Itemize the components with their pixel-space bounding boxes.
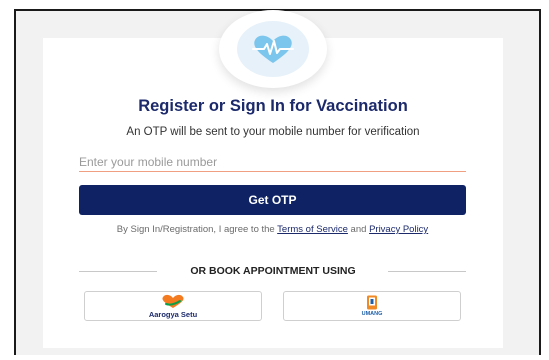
heart-hand-icon xyxy=(162,294,184,308)
privacy-policy-link[interactable]: Privacy Policy xyxy=(369,224,428,235)
logo-inner-circle xyxy=(237,21,309,77)
umang-button[interactable]: UMANG xyxy=(283,291,461,321)
divider-right xyxy=(388,271,466,272)
alternate-heading: OR BOOK APPOINTMENT USING xyxy=(190,265,356,277)
mobile-number-input[interactable] xyxy=(79,152,466,172)
terms-and: and xyxy=(347,224,370,235)
terms-of-service-link[interactable]: Terms of Service xyxy=(277,224,348,235)
heart-pulse-icon xyxy=(252,35,294,63)
umang-phone-icon xyxy=(367,295,377,310)
page-title: Register or Sign In for Vaccination xyxy=(138,97,408,115)
terms-prefix: By Sign In/Registration, I agree to the xyxy=(116,224,278,235)
aarogya-setu-button[interactable]: Aarogya Setu xyxy=(84,291,262,321)
page-subtitle: An OTP will be sent to your mobile numbe… xyxy=(126,126,420,138)
divider-left xyxy=(79,271,157,272)
cowin-logo xyxy=(219,10,327,88)
aarogya-setu-label: Aarogya Setu xyxy=(148,309,198,319)
get-otp-button[interactable]: Get OTP xyxy=(79,185,466,215)
terms-notice: By Sign In/Registration, I agree to the … xyxy=(79,224,466,235)
umang-label: UMANG xyxy=(361,311,383,317)
